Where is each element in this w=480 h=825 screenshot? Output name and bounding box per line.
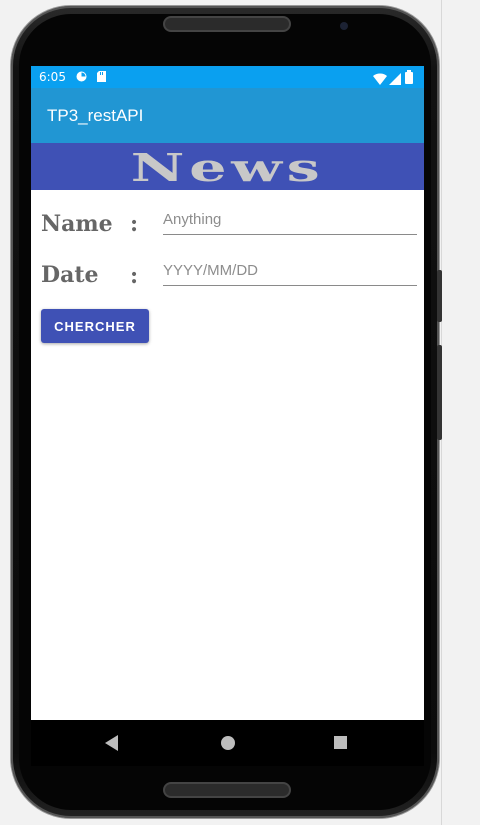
app-bar: TP3_restAPI [31, 88, 424, 143]
navigation-bar [31, 720, 424, 766]
recents-icon[interactable] [334, 736, 347, 749]
volume-button[interactable] [437, 270, 442, 322]
wifi-icon [373, 70, 387, 89]
news-banner-text: News [130, 145, 325, 190]
status-time: 6:05 [39, 70, 66, 84]
news-banner: News [31, 143, 424, 190]
device-screen: 6:05 TP3_restAPI News Name : Date : CHER… [31, 66, 424, 766]
battery-icon [405, 69, 413, 88]
status-bar: 6:05 [31, 66, 424, 88]
home-icon[interactable] [221, 736, 235, 750]
back-icon[interactable] [105, 735, 118, 751]
name-label: Name [41, 211, 113, 237]
front-camera [340, 22, 348, 30]
sd-card-icon [97, 71, 107, 82]
name-colon: : [130, 211, 139, 237]
app-title: TP3_restAPI [47, 106, 144, 125]
date-label: Date [41, 262, 99, 288]
name-input[interactable] [163, 204, 417, 235]
date-input[interactable] [163, 255, 417, 286]
pie-icon [76, 71, 87, 82]
search-button[interactable]: CHERCHER [41, 309, 149, 343]
bottom-speaker [165, 784, 289, 796]
date-colon: : [130, 263, 139, 289]
top-speaker [165, 18, 289, 30]
power-button[interactable] [437, 345, 442, 440]
signal-icon [389, 70, 401, 89]
